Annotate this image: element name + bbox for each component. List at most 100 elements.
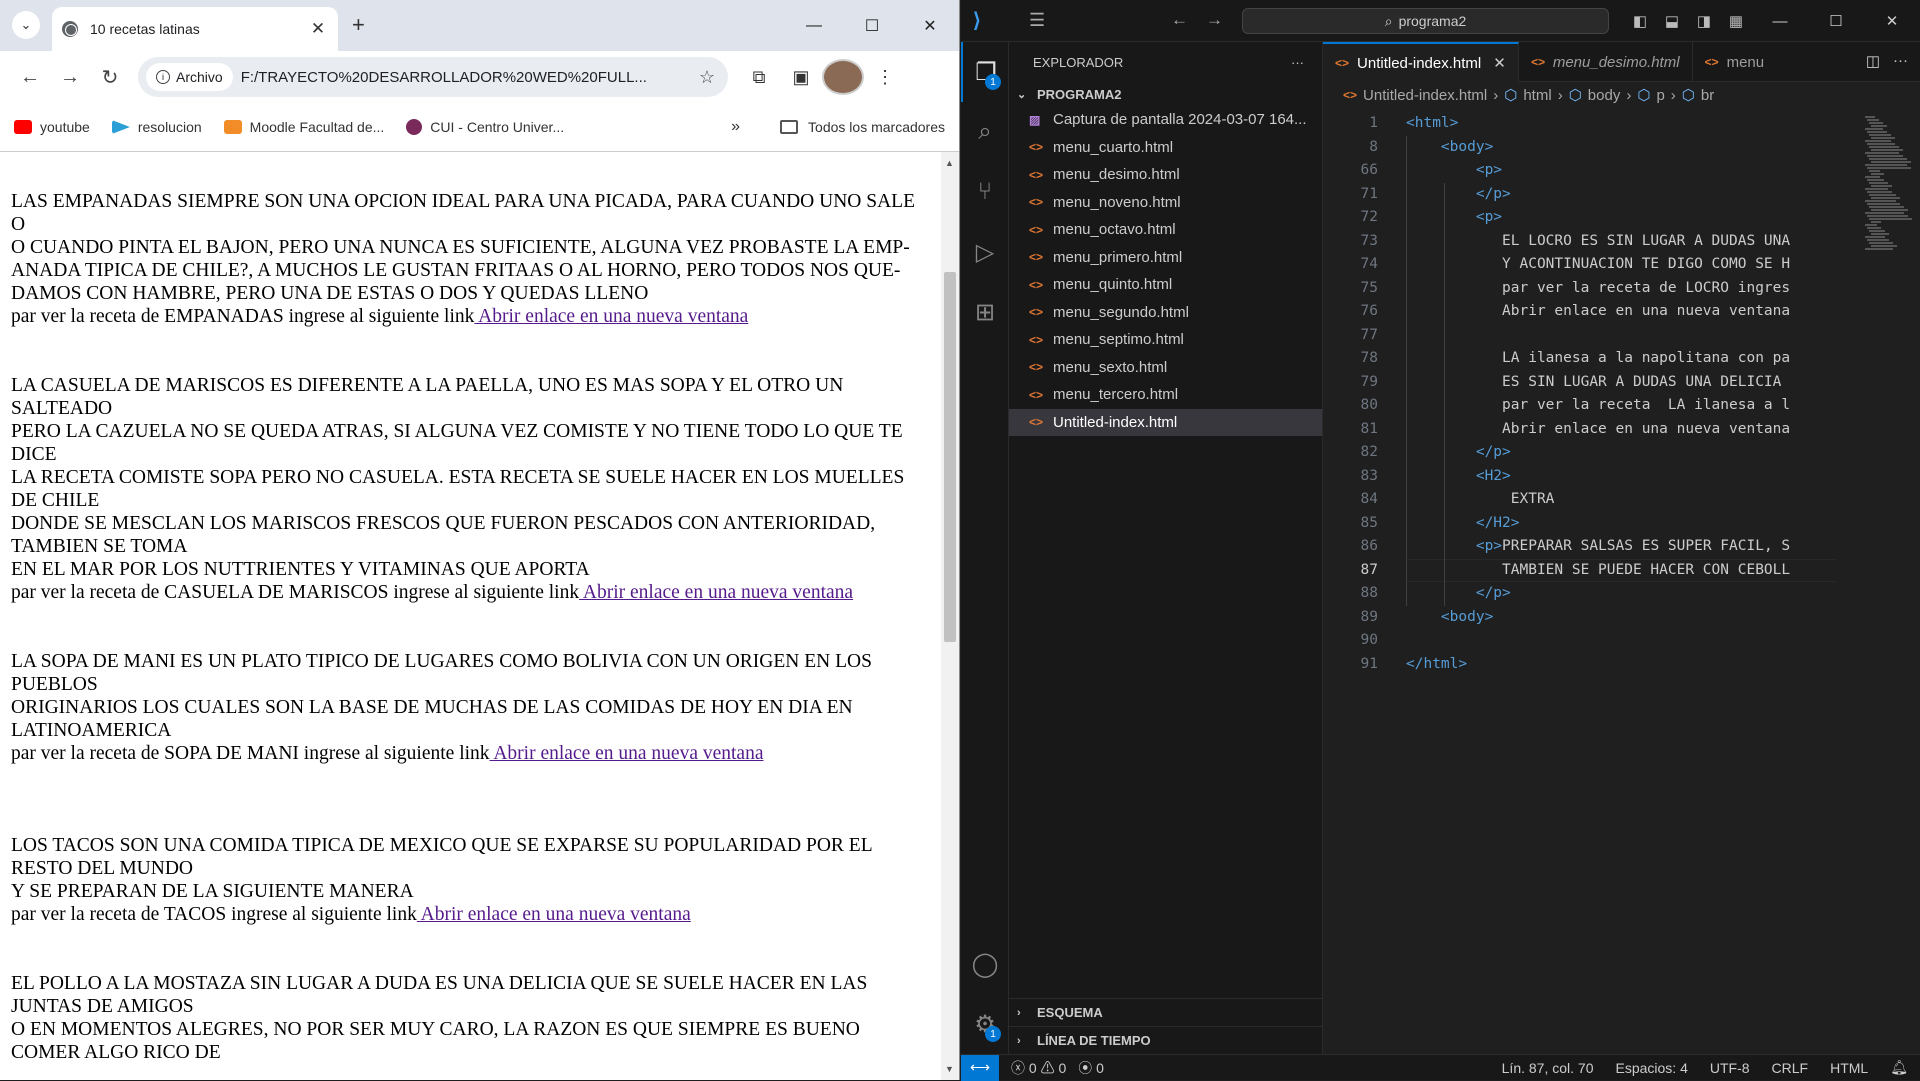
tab-untitled-index[interactable]: <> Untitled-index.html ✕ [1323,42,1519,82]
code-line[interactable]: TAMBIEN SE PUEDE HACER CON CEBOLL [1406,559,1836,583]
code-line[interactable] [1406,324,1836,348]
file-tree-item[interactable]: <> Untitled-index.html [1009,408,1322,436]
code-line[interactable]: <p>PREPARAR SALSAS ES SUPER FACIL, S [1406,535,1836,559]
code-line[interactable]: EXTRA [1406,488,1836,512]
bookmark-youtube[interactable]: youtube [14,119,90,135]
gear-icon[interactable]: ⚙ 1 [961,994,1009,1054]
breadcrumb-item[interactable]: body [1588,87,1621,104]
profile-avatar[interactable] [822,59,864,95]
toggle-secondary-sidebar-icon[interactable]: ◨ [1688,12,1720,30]
bookmark-resolucion[interactable]: resolucion [111,119,202,135]
code-line[interactable]: <p> [1406,159,1836,183]
file-tree-item[interactable]: <> menu_sexto.html [1009,354,1322,382]
code-line[interactable]: </p> [1406,582,1836,606]
menu-kebab-icon[interactable]: ⋮ [864,59,906,95]
code-line[interactable]: EL LOCRO ES SIN LUGAR A DUDAS UNA [1406,230,1836,254]
code-line[interactable] [1406,629,1836,653]
page-scrollbar[interactable]: ▲ ▼ [941,152,959,1080]
side-panel-icon[interactable]: ▣ [780,59,822,95]
customize-layout-icon[interactable]: ▦ [1720,12,1752,30]
code-line[interactable]: LA ilanesa a la napolitana con pa [1406,347,1836,371]
history-nav[interactable]: ←→ [1171,10,1241,30]
address-bar[interactable]: i Archivo F:/TRAYECTO%20DESARROLLADOR%20… [138,57,728,97]
encoding[interactable]: UTF-8 [1710,1060,1750,1076]
problems-indicator[interactable]: ⓧ 0 ⚠ 0 [1011,1058,1066,1078]
bell-icon[interactable]: 🔔︎ [1890,1059,1908,1076]
minimap[interactable] [1850,112,1920,912]
url-text[interactable]: F:/TRAYECTO%20DESARROLLADOR%20WED%20FULL… [241,69,692,86]
minimize-button[interactable]: — [785,0,843,51]
code-line[interactable]: </p> [1406,183,1836,207]
code-line[interactable]: Abrir enlace en una nueva ventana [1406,418,1836,442]
code-line[interactable]: Abrir enlace en una nueva ventana [1406,300,1836,324]
code-line[interactable]: par ver la receta LA ilanesa a l [1406,394,1836,418]
all-bookmarks-button[interactable]: Todos los marcadores [808,119,945,135]
split-editor-icon[interactable]: ◫ [1866,52,1880,70]
source-control-icon[interactable]: ⑂ [961,162,1009,222]
breadcrumb-item[interactable]: br [1701,87,1714,104]
code-line[interactable]: <body> [1406,136,1836,160]
code-line[interactable]: </html> [1406,653,1836,677]
extensions-icon[interactable]: ⧉ [738,59,780,95]
scrollbar-thumb[interactable] [944,272,956,642]
file-tree-item[interactable]: <> menu_octavo.html [1009,216,1322,244]
timeline-section[interactable]: › LÍNEA DE TIEMPO [1009,1026,1322,1054]
maximize-button[interactable]: ☐ [1808,12,1864,30]
more-bookmarks-icon[interactable]: » [731,118,740,136]
file-tree-item[interactable]: <> menu_noveno.html [1009,189,1322,217]
remote-indicator-icon[interactable]: ⟷ [961,1054,999,1081]
breadcrumb-item[interactable]: p [1656,87,1664,104]
code-line[interactable]: Y ACONTINUACION TE DIGO COMO SE H [1406,253,1836,277]
code-line[interactable]: par ver la receta de LOCRO ingres [1406,277,1836,301]
search-icon[interactable]: ⌕ [961,102,1009,162]
close-window-button[interactable]: ✕ [1864,12,1920,30]
site-info-chip[interactable]: i Archivo [146,63,233,91]
scroll-down-icon[interactable]: ▼ [945,1064,954,1074]
code-line[interactable]: <H2> [1406,465,1836,489]
extensions-icon[interactable]: ⊞ [961,282,1009,342]
bookmark-star-icon[interactable]: ☆ [692,67,722,88]
file-tree-item[interactable]: ▨ Captura de pantalla 2024-03-07 164... [1009,106,1322,134]
reload-button[interactable]: ↻ [90,59,130,95]
file-tree-item[interactable]: <> menu_septimo.html [1009,326,1322,354]
file-tree-item[interactable]: <> menu_cuarto.html [1009,134,1322,162]
maximize-button[interactable]: ☐ [843,0,901,51]
code-line[interactable]: </p> [1406,441,1836,465]
file-tree-item[interactable]: <> menu_segundo.html [1009,299,1322,327]
code-line[interactable]: <p> [1406,206,1836,230]
outline-section[interactable]: › ESQUEMA [1009,998,1322,1026]
file-tree-item[interactable]: <> menu_primero.html [1009,244,1322,272]
breadcrumb-item[interactable]: Untitled-index.html [1363,87,1487,104]
bookmark-moodle[interactable]: Moodle Facultad de... [223,119,384,135]
close-icon[interactable]: ✕ [1493,54,1506,72]
code-editor[interactable]: 1 <html> 8 <body> 66 <p> 71 </p> 72 <p> 73 EL … [1323,112,1843,1012]
more-actions-icon[interactable]: ··· [1893,52,1908,69]
folder-header[interactable]: ⌄ PROGRAMA2 [1009,82,1322,106]
toggle-sidebar-icon[interactable]: ◧ [1624,12,1656,30]
cursor-position[interactable]: Lín. 87, col. 70 [1502,1060,1594,1076]
code-line[interactable]: </H2> [1406,512,1836,536]
tab-menu-desimo[interactable]: <> menu_desimo.html [1519,42,1693,82]
bookmark-cui[interactable]: CUI - Centro Univer... [406,119,564,135]
tab-menu[interactable]: <> menu [1693,42,1777,82]
language-mode[interactable]: HTML [1830,1060,1868,1076]
browser-tab[interactable]: 10 recetas latinas ✕ [52,7,338,51]
recipe-link[interactable]: Abrir enlace en una nueva ventana [579,582,853,603]
code-line[interactable]: ES SIN LUGAR A DUDAS UNA DELICIA [1406,371,1836,395]
file-tree-item[interactable]: <> menu_tercero.html [1009,381,1322,409]
explorer-icon[interactable]: ❐ 1 [961,42,1009,102]
recipe-link[interactable]: Abrir enlace en una nueva ventana [490,743,763,764]
file-tree-item[interactable]: <> menu_quinto.html [1009,271,1322,299]
minimize-button[interactable]: — [1752,13,1808,30]
indentation[interactable]: Espacios: 4 [1615,1060,1687,1076]
code-line[interactable]: <body> [1406,606,1836,630]
breadcrumb-item[interactable]: html [1523,87,1551,104]
scroll-up-icon[interactable]: ▲ [945,158,954,168]
code-line[interactable]: <html> [1406,112,1836,136]
menu-icon[interactable]: ☰ [1029,10,1045,31]
line-ending[interactable]: CRLF [1772,1060,1809,1076]
forward-button[interactable]: → [50,59,90,95]
command-center[interactable]: ⌕ programa2 [1242,8,1609,34]
back-button[interactable]: ← [10,59,50,95]
recipe-link[interactable]: Abrir enlace en una nueva ventana [474,306,748,327]
